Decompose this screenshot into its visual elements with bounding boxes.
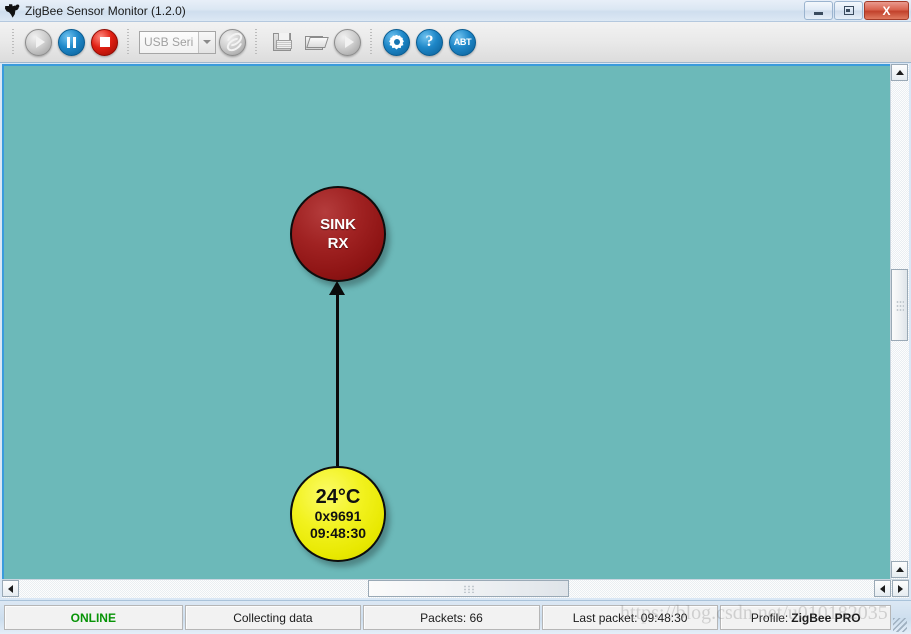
vertical-scroll-thumb[interactable] [891, 269, 908, 341]
scroll-left-button-end[interactable] [874, 580, 891, 597]
network-graph[interactable]: SINK RX 24°C 0x9691 09:48:30 [4, 66, 890, 577]
resize-grip-icon[interactable] [893, 618, 907, 632]
link-sensor-to-sink [336, 288, 339, 466]
status-activity: Collecting data [184, 605, 362, 630]
toolbar-separator [11, 29, 17, 55]
port-select[interactable]: USB Seri [139, 30, 216, 54]
node-sink-label-2: RX [327, 235, 349, 252]
abt-icon: ABT [453, 37, 472, 47]
replay-button[interactable] [334, 28, 361, 56]
close-button[interactable]: X [864, 1, 909, 20]
question-icon: ? [425, 33, 434, 50]
close-icon: X [882, 3, 891, 18]
about-button[interactable]: ABT [449, 28, 476, 56]
status-profile-prefix: Profile: [750, 610, 789, 625]
node-sensor-address: 0x9691 [314, 508, 362, 524]
vertical-scrollbar[interactable] [890, 64, 909, 596]
status-profile-value: ZigBee PRO [791, 610, 861, 625]
chevron-up-icon [895, 70, 904, 75]
floppy-icon [272, 33, 292, 51]
application-window: ZigBee Sensor Monitor (1.2.0) X USB Seri… [0, 0, 911, 634]
node-sink[interactable]: SINK RX [290, 186, 386, 282]
node-sensor[interactable]: 24°C 0x9691 09:48:30 [290, 466, 386, 562]
grip-icon [463, 584, 474, 593]
play-icon [35, 36, 45, 48]
network-canvas[interactable]: SINK RX 24°C 0x9691 09:48:30 [2, 64, 909, 596]
refresh-ports-button[interactable] [219, 28, 246, 56]
horizontal-scroll-thumb[interactable] [368, 580, 569, 597]
play-icon [344, 36, 354, 48]
restore-icon [843, 6, 854, 15]
status-connection: ONLINE [4, 605, 183, 630]
chevron-left-icon [880, 584, 885, 593]
chevron-up-icon [895, 567, 904, 572]
toolbar-separator [254, 29, 260, 55]
start-button[interactable] [25, 28, 52, 56]
node-sink-label-1: SINK [320, 216, 356, 233]
chevron-right-icon [898, 584, 903, 593]
status-profile: Profile: ZigBee PRO [720, 605, 892, 630]
open-button[interactable] [301, 29, 328, 56]
window-title: ZigBee Sensor Monitor (1.2.0) [25, 3, 186, 18]
scroll-left-button[interactable] [2, 580, 19, 597]
chevron-down-icon[interactable] [198, 31, 215, 53]
toolbar-separator [369, 29, 375, 55]
stop-button[interactable] [91, 28, 118, 56]
save-button[interactable] [268, 29, 295, 56]
gear-icon [389, 35, 404, 50]
scroll-up-button[interactable] [891, 64, 908, 81]
grip-icon [895, 299, 904, 311]
toolbar-separator [126, 29, 132, 55]
maximize-button[interactable] [834, 1, 863, 20]
node-sensor-timestamp: 09:48:30 [309, 525, 367, 541]
minimize-icon [814, 11, 823, 15]
folder-icon [304, 34, 325, 50]
chevron-left-icon [8, 584, 13, 593]
status-last-packet: Last packet: 09:48:30 [541, 605, 719, 630]
pause-button[interactable] [58, 28, 85, 56]
ti-logo-icon [3, 2, 21, 20]
stop-icon [99, 37, 110, 47]
horizontal-scrollbar[interactable] [2, 579, 909, 598]
sync-icon [225, 34, 241, 50]
link-arrow-icon [329, 281, 345, 295]
scroll-up-button-bottom[interactable] [891, 561, 908, 578]
help-button[interactable]: ? [416, 28, 443, 56]
node-sensor-temperature: 24°C [315, 486, 361, 508]
title-bar: ZigBee Sensor Monitor (1.2.0) X [0, 0, 911, 22]
settings-button[interactable] [383, 28, 410, 56]
status-bar: ONLINE Collecting data Packets: 66 Last … [0, 600, 911, 634]
toolbar: USB Seri ? ABT [0, 22, 911, 63]
port-select-value: USB Seri [144, 35, 194, 49]
pause-icon [67, 36, 76, 48]
scroll-right-button[interactable] [892, 580, 909, 597]
minimize-button[interactable] [804, 1, 833, 20]
window-controls: X [804, 1, 909, 20]
status-packet-count: Packets: 66 [363, 605, 540, 630]
